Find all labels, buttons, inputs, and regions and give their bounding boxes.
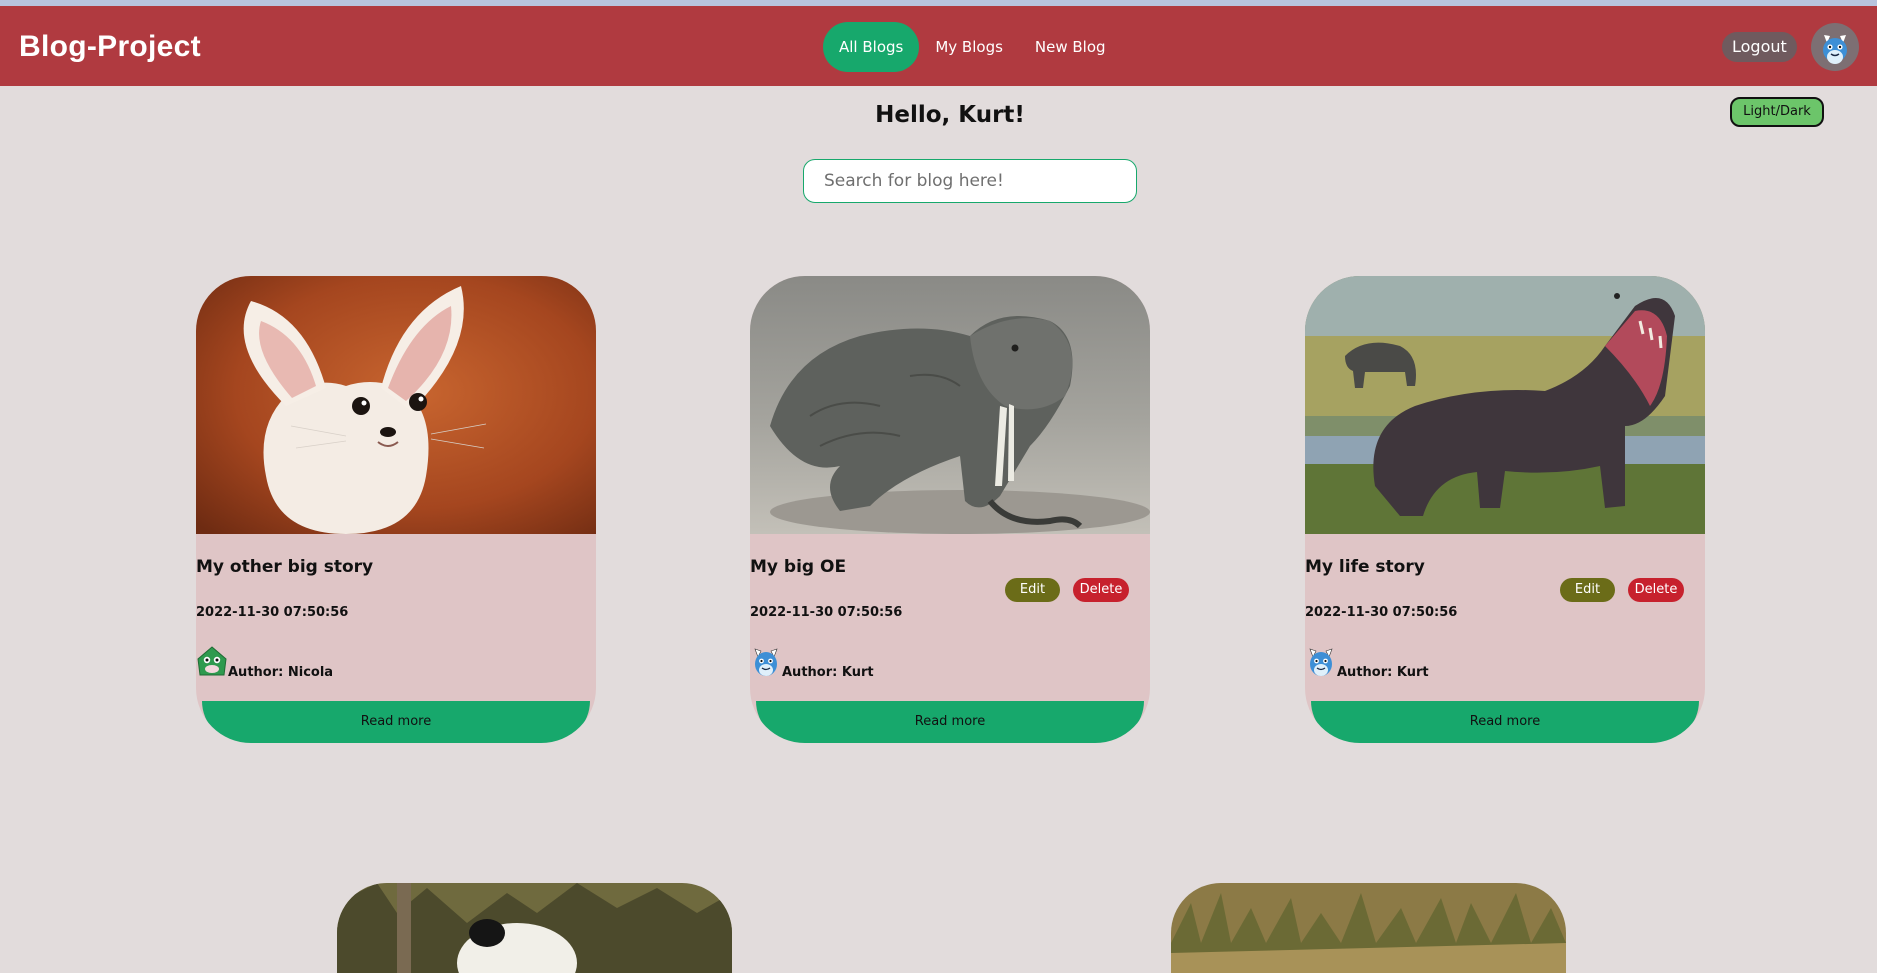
nav-all-blogs[interactable]: All Blogs: [823, 22, 920, 72]
hippopotamus-photo: [1305, 276, 1705, 534]
read-more-button[interactable]: Read more: [1311, 701, 1699, 743]
delete-button[interactable]: Delete: [1073, 578, 1129, 602]
nav-new-blog[interactable]: New Blog: [1019, 22, 1122, 72]
card-title: My other big story: [196, 557, 374, 577]
card-date: 2022-11-30 07:50:56: [1305, 605, 1458, 620]
panda-photo: [337, 883, 732, 973]
blog-card-partial: [1171, 883, 1566, 973]
greeting-heading: Hello, Kurt!: [875, 102, 1025, 128]
brand-title[interactable]: Blog-Project: [19, 30, 201, 64]
blue-monster-avatar-icon: [1309, 648, 1333, 676]
green-monster-avatar-icon: [197, 646, 227, 676]
read-more-button[interactable]: Read more: [756, 701, 1144, 743]
blue-monster-avatar-icon: [754, 648, 778, 676]
blog-card: My big OE Edit Delete 2022-11-30 07:50:5…: [750, 276, 1150, 743]
blog-card: My other big story 2022-11-30 07:50:56 A…: [196, 276, 596, 743]
fennec-fox-photo: [196, 276, 596, 534]
search-input[interactable]: [803, 159, 1137, 203]
edit-button[interactable]: Edit: [1560, 578, 1615, 602]
main-nav: All Blogs My Blogs New Blog: [823, 22, 1122, 72]
blue-monster-avatar-icon: [1823, 35, 1847, 64]
komodo-dragon-photo: [750, 276, 1150, 534]
card-author: Author: Kurt: [782, 665, 874, 680]
card-date: 2022-11-30 07:50:56: [750, 605, 903, 620]
card-title: My life story: [1305, 557, 1425, 577]
user-avatar[interactable]: [1811, 23, 1859, 71]
card-author: Author: Nicola: [228, 665, 334, 680]
logout-button[interactable]: Logout: [1722, 32, 1797, 62]
blog-card-partial: [337, 883, 732, 973]
delete-button[interactable]: Delete: [1628, 578, 1684, 602]
card-author: Author: Kurt: [1337, 665, 1429, 680]
grass-wildlife-photo: [1171, 883, 1566, 973]
nav-my-blogs[interactable]: My Blogs: [919, 22, 1019, 72]
blog-card: My life story Edit Delete 2022-11-30 07:…: [1305, 276, 1705, 743]
read-more-button[interactable]: Read more: [202, 701, 590, 743]
edit-button[interactable]: Edit: [1005, 578, 1060, 602]
navbar: Blog-Project All Blogs My Blogs New Blog…: [0, 6, 1877, 86]
card-date: 2022-11-30 07:50:56: [196, 605, 349, 620]
card-title: My big OE: [750, 557, 847, 577]
